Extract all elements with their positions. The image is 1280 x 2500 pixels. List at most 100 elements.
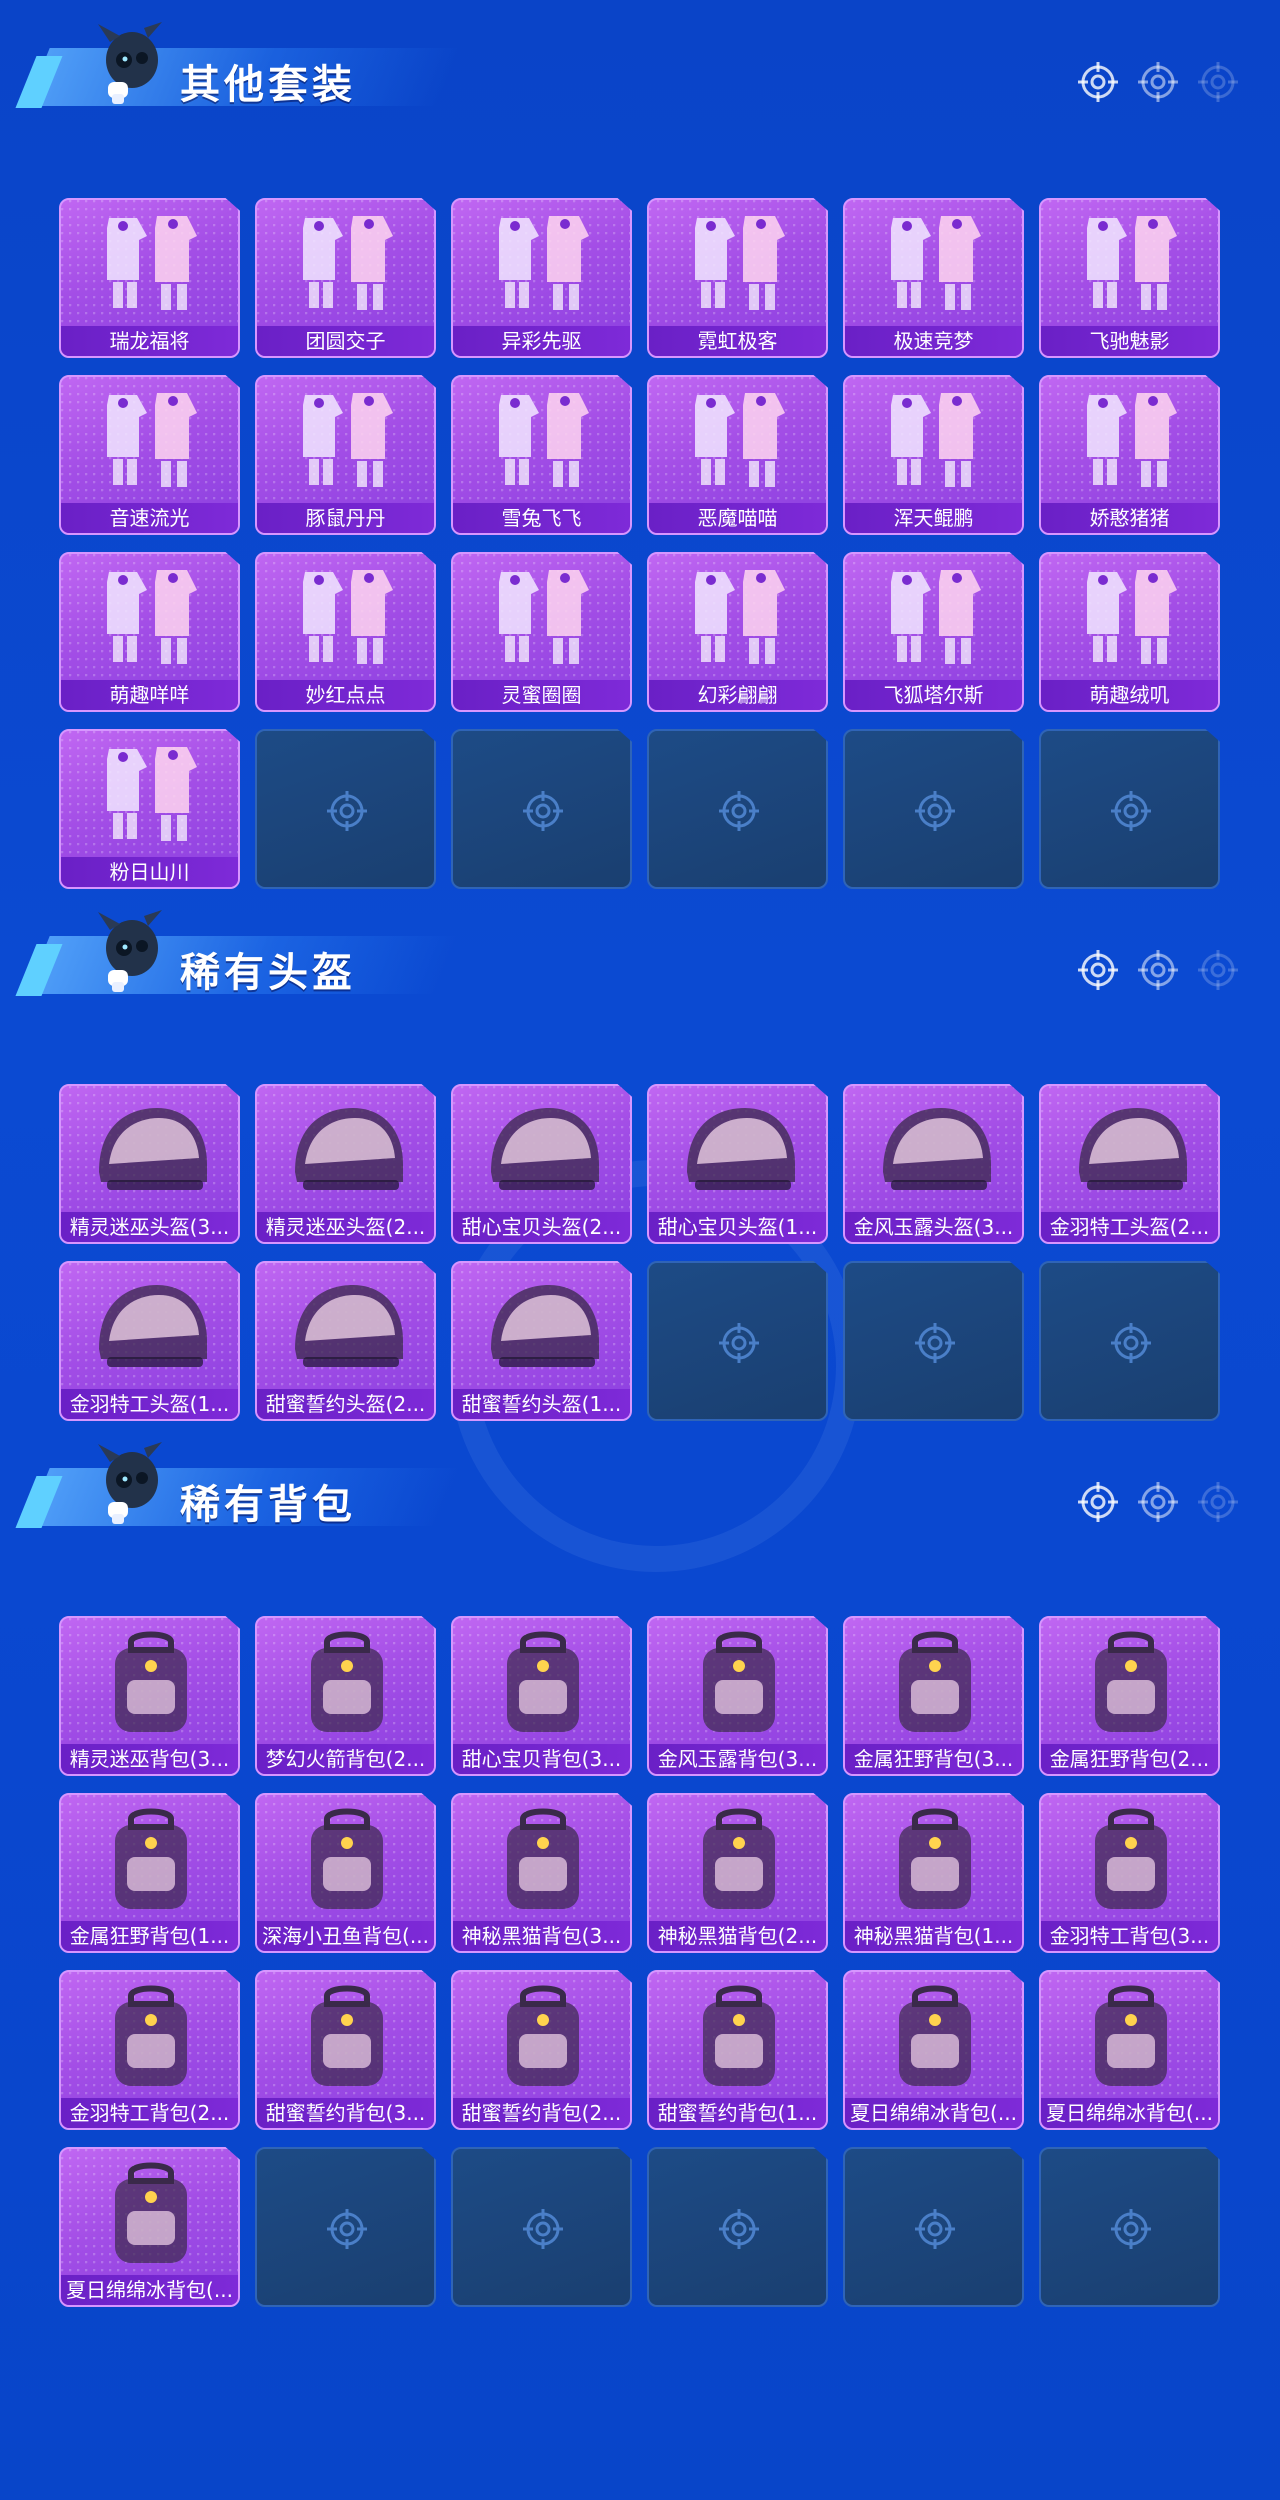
item-label: 金属狂野背包(2...: [1041, 1744, 1218, 1774]
item-label: 深海小丑鱼背包(...: [257, 1921, 434, 1951]
item-card[interactable]: 瑞龙福将: [59, 198, 240, 358]
crosshair-icon: [1138, 1482, 1178, 1522]
backpack-icon: [1095, 1985, 1167, 2086]
item-card[interactable]: 萌趣绒叽: [1039, 552, 1220, 712]
item-card[interactable]: 神秘黑猫背包(3...: [451, 1793, 632, 1953]
item-card[interactable]: 豚鼠丹丹: [255, 375, 436, 535]
item-label: 神秘黑猫背包(3...: [453, 1921, 630, 1951]
item-label: 妙红点点: [257, 680, 434, 710]
helmet-icon: [883, 1108, 991, 1190]
item-card[interactable]: 夏日绵绵冰背包(...: [1039, 1970, 1220, 2130]
helmet-icon: [99, 1285, 207, 1367]
item-card[interactable]: 甜蜜誓约头盔(2...: [255, 1261, 436, 1421]
item-label: 音速流光: [61, 503, 238, 533]
outfit-icon: [1087, 393, 1177, 487]
item-card[interactable]: 金羽特工头盔(2...: [1039, 1084, 1220, 1244]
item-card[interactable]: 甜蜜誓约头盔(1...: [451, 1261, 632, 1421]
item-card[interactable]: 妙红点点: [255, 552, 436, 712]
item-label: 飞驰魅影: [1041, 326, 1218, 356]
item-card[interactable]: 精灵迷巫背包(3...: [59, 1616, 240, 1776]
item-card[interactable]: 夏日绵绵冰背包(...: [843, 1970, 1024, 2130]
item-card[interactable]: 深海小丑鱼背包(...: [255, 1793, 436, 1953]
item-card[interactable]: 夏日绵绵冰背包(...: [59, 2147, 240, 2307]
crosshair-icon: [523, 791, 563, 831]
empty-slot: [1039, 1261, 1220, 1421]
crosshair-icon: [719, 2209, 759, 2249]
item-label: 豚鼠丹丹: [257, 503, 434, 533]
outfit-icon: [499, 216, 589, 310]
item-card[interactable]: 金属狂野背包(1...: [59, 1793, 240, 1953]
item-label: 萌趣绒叽: [1041, 680, 1218, 710]
item-label: 甜蜜誓约背包(2...: [453, 2098, 630, 2128]
item-card[interactable]: 甜心宝贝背包(3...: [451, 1616, 632, 1776]
empty-slot: [843, 2147, 1024, 2307]
item-label: 金羽特工头盔(1...: [61, 1389, 238, 1419]
item-card[interactable]: 恶魔喵喵: [647, 375, 828, 535]
item-card[interactable]: 浑天鲲鹏: [843, 375, 1024, 535]
item-card[interactable]: 雪兔飞飞: [451, 375, 632, 535]
item-card[interactable]: 灵蜜圈圈: [451, 552, 632, 712]
outfit-icon: [1087, 216, 1177, 310]
crosshair-icon: [1078, 950, 1118, 990]
item-card[interactable]: 金羽特工背包(3...: [1039, 1793, 1220, 1953]
empty-slot: [843, 729, 1024, 889]
item-label: 金羽特工头盔(2...: [1041, 1212, 1218, 1242]
helmet-icon: [491, 1285, 599, 1367]
item-card[interactable]: 幻彩翩翩: [647, 552, 828, 712]
backpack-icon: [1095, 1808, 1167, 1909]
item-card[interactable]: 飞驰魅影: [1039, 198, 1220, 358]
item-label: 夏日绵绵冰背包(...: [845, 2098, 1022, 2128]
outfit-icon: [303, 216, 393, 310]
item-card[interactable]: 金羽特工头盔(1...: [59, 1261, 240, 1421]
backpack-icon: [899, 1808, 971, 1909]
item-card[interactable]: 极速竞梦: [843, 198, 1024, 358]
item-label: 极速竞梦: [845, 326, 1022, 356]
item-card[interactable]: 甜心宝贝头盔(2...: [451, 1084, 632, 1244]
crosshair-icon: [1138, 62, 1178, 102]
item-card[interactable]: 团圆交子: [255, 198, 436, 358]
item-card[interactable]: 甜心宝贝头盔(1...: [647, 1084, 828, 1244]
item-label: 雪兔飞飞: [453, 503, 630, 533]
item-card[interactable]: 精灵迷巫头盔(2...: [255, 1084, 436, 1244]
empty-slot: [1039, 729, 1220, 889]
crosshair-decoration: [1076, 948, 1240, 992]
crosshair-icon: [327, 2209, 367, 2249]
item-card[interactable]: 精灵迷巫头盔(3...: [59, 1084, 240, 1244]
item-label: 娇憨猪猪: [1041, 503, 1218, 533]
outfit-icon: [499, 393, 589, 487]
item-card[interactable]: 甜蜜誓约背包(1...: [647, 1970, 828, 2130]
item-card[interactable]: 金属狂野背包(2...: [1039, 1616, 1220, 1776]
item-card[interactable]: 霓虹极客: [647, 198, 828, 358]
item-label: 精灵迷巫头盔(2...: [257, 1212, 434, 1242]
item-card[interactable]: 金风玉露背包(3...: [647, 1616, 828, 1776]
crosshair-icon: [719, 1323, 759, 1363]
item-card[interactable]: 甜蜜誓约背包(3...: [255, 1970, 436, 2130]
item-card[interactable]: 异彩先驱: [451, 198, 632, 358]
crosshair-icon: [1111, 2209, 1151, 2249]
item-card[interactable]: 飞狐塔尔斯: [843, 552, 1024, 712]
outfit-icon: [107, 216, 197, 310]
backpack-icon: [311, 1631, 383, 1732]
item-card[interactable]: 娇憨猪猪: [1039, 375, 1220, 535]
crosshair-icon: [327, 791, 367, 831]
item-label: 甜蜜誓约头盔(1...: [453, 1389, 630, 1419]
item-card[interactable]: 甜蜜誓约背包(2...: [451, 1970, 632, 2130]
outfit-icon: [303, 393, 393, 487]
item-card[interactable]: 金属狂野背包(3...: [843, 1616, 1024, 1776]
empty-slot: [647, 1261, 828, 1421]
backpack-icon: [311, 1985, 383, 2086]
item-label: 浑天鲲鹏: [845, 503, 1022, 533]
item-grid: 精灵迷巫背包(3... 梦幻火箭背包(2... 甜心宝贝背包(3... 金风玉露背包(…: [59, 1616, 1220, 2307]
item-card[interactable]: 梦幻火箭背包(2...: [255, 1616, 436, 1776]
item-card[interactable]: 金风玉露头盔(3...: [843, 1084, 1024, 1244]
item-card[interactable]: 粉日山川: [59, 729, 240, 889]
item-card[interactable]: 音速流光: [59, 375, 240, 535]
item-card[interactable]: 金羽特工背包(2...: [59, 1970, 240, 2130]
item-card[interactable]: 神秘黑猫背包(1...: [843, 1793, 1024, 1953]
item-label: 金羽特工背包(3...: [1041, 1921, 1218, 1951]
item-label: 团圆交子: [257, 326, 434, 356]
item-card[interactable]: 神秘黑猫背包(2...: [647, 1793, 828, 1953]
crosshair-icon: [1078, 62, 1118, 102]
crosshair-icon: [1111, 1323, 1151, 1363]
item-card[interactable]: 萌趣咩咩: [59, 552, 240, 712]
